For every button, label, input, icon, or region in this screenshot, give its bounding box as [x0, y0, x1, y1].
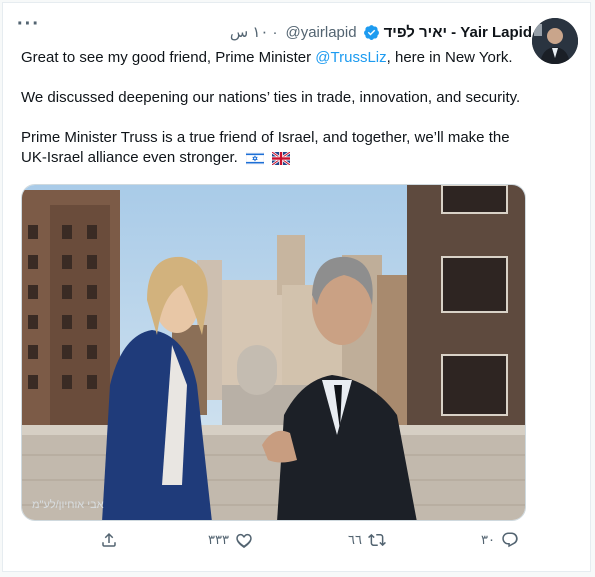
mention-link[interactable]: @TrussLiz [315, 49, 386, 66]
retweet-icon [368, 531, 386, 549]
separator-dot: · [272, 23, 278, 41]
like-count: ٣٣٣ [208, 532, 229, 547]
reply-count: ٣٠ [481, 532, 495, 547]
author-handle[interactable]: @yairlapid [285, 24, 356, 41]
tweet-photo[interactable]: אבי אוחיון/לע"מ [21, 184, 526, 521]
reply-button[interactable]: ٣٠ [481, 531, 519, 549]
more-options-button[interactable]: ··· [17, 14, 43, 37]
share-icon [100, 531, 118, 549]
retweet-button[interactable]: ٦٦ [348, 531, 386, 549]
tweet-actions: ٣٣٣ ٦٦ ٣٠ [3, 531, 592, 559]
tweet-timestamp[interactable]: ١٠ س [230, 23, 269, 41]
israel-flag-icon [245, 151, 265, 171]
author-name[interactable]: יאיר לפיד - Yair Lapid [384, 24, 532, 41]
verified-icon [363, 24, 380, 41]
photo-credit: אבי אוחיון/לע"מ [32, 499, 104, 511]
share-button[interactable] [100, 531, 118, 549]
tweet-card[interactable]: ··· ١٠ س · @yairlapid יאיר לפיד - Yair L… [2, 2, 591, 572]
reply-icon [501, 531, 519, 549]
tweet-text: Great to see my good friend, Prime Minis… [21, 48, 521, 191]
uk-flag-icon [271, 150, 291, 171]
retweet-count: ٦٦ [348, 532, 362, 547]
tweet-header: ١٠ س · @yairlapid יאיר לפיד - Yair Lapid [230, 23, 532, 42]
avatar[interactable] [532, 18, 578, 64]
tweet-paragraph-1: Great to see my good friend, Prime Minis… [21, 49, 513, 66]
tweet-paragraph-2: We discussed deepening our nations’ ties… [21, 89, 521, 106]
like-icon [235, 531, 253, 549]
tweet-paragraph-3: Prime Minister Truss is a true friend of… [21, 128, 521, 171]
like-button[interactable]: ٣٣٣ [208, 531, 253, 549]
